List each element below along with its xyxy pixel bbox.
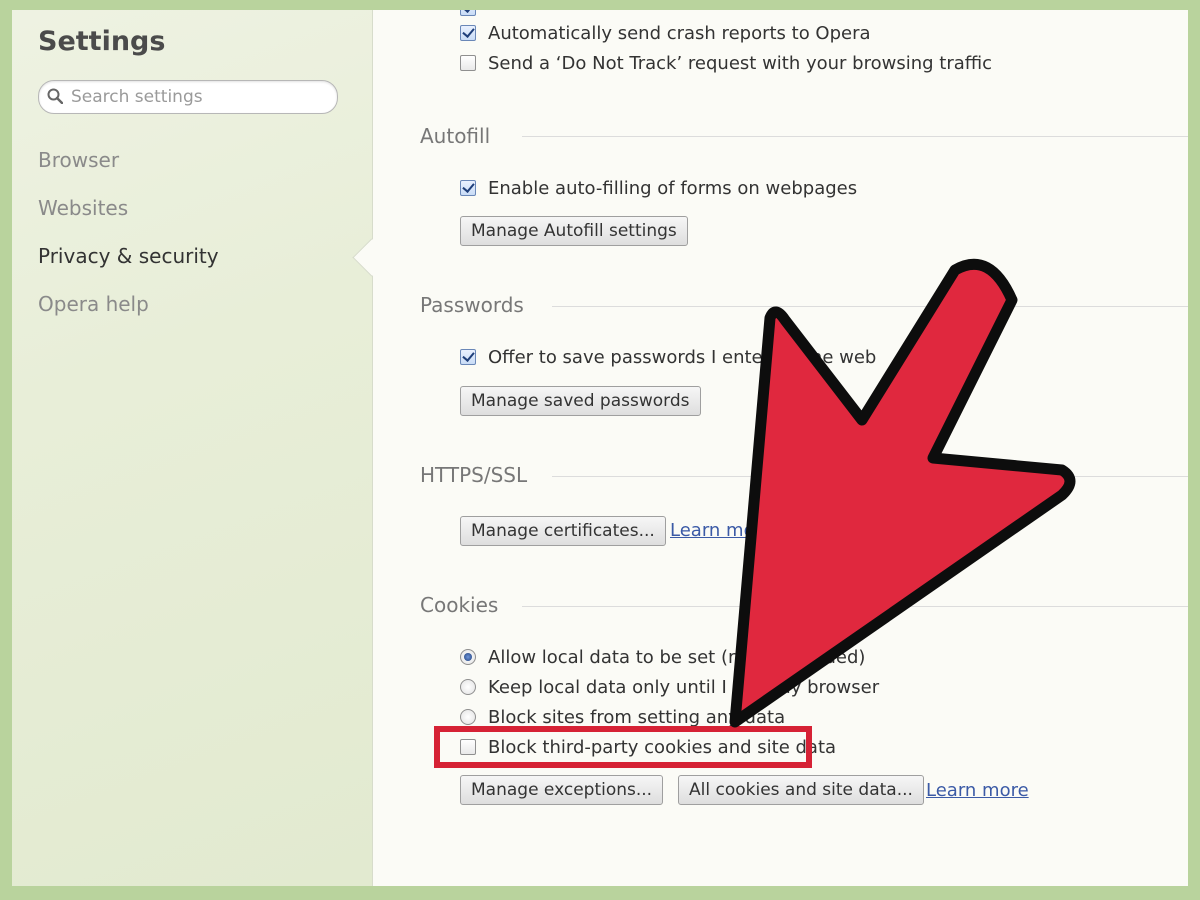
search-input[interactable] <box>69 84 333 110</box>
section-divider <box>552 476 1188 477</box>
save-passwords-checkbox[interactable] <box>460 349 476 365</box>
save-passwords-label: Offer to save passwords I enter on the w… <box>488 347 877 368</box>
page-title: Settings <box>38 26 166 57</box>
manage-exceptions-button[interactable]: Manage exceptions... <box>460 775 664 805</box>
sidebar: Settings Browser Websites Privacy & secu… <box>12 10 373 886</box>
manage-passwords-button[interactable]: Manage saved passwords <box>460 386 701 416</box>
sidebar-item-privacy-security[interactable]: Privacy & security <box>38 244 219 268</box>
section-divider <box>522 136 1188 137</box>
block-sites-label: Block sites from setting any data <box>488 707 786 728</box>
cookies-learn-more-link[interactable]: Learn more <box>926 780 1029 801</box>
section-title-passwords: Passwords <box>420 293 524 317</box>
sidebar-item-websites[interactable]: Websites <box>38 196 128 220</box>
do-not-track-checkbox[interactable] <box>460 55 476 71</box>
do-not-track-label: Send a ‘Do Not Track’ request with your … <box>488 53 993 74</box>
https-learn-more-link[interactable]: Learn more <box>670 520 773 541</box>
keep-local-data-radio[interactable] <box>460 679 476 695</box>
search-icon <box>47 88 63 104</box>
block-sites-radio[interactable] <box>460 709 476 725</box>
allow-local-data-radio[interactable] <box>460 649 476 665</box>
all-cookies-button[interactable]: All cookies and site data... <box>678 775 924 805</box>
section-title-autofill: Autofill <box>420 124 491 148</box>
highlight-box <box>434 726 812 768</box>
keep-local-data-label: Keep local data only until I quit my bro… <box>488 677 880 698</box>
section-divider <box>552 306 1188 307</box>
sidebar-item-opera-help[interactable]: Opera help <box>38 292 149 316</box>
sidebar-item-browser[interactable]: Browser <box>38 148 119 172</box>
manage-autofill-button[interactable]: Manage Autofill settings <box>460 216 688 246</box>
autofill-label: Enable auto-filling of forms on webpages <box>488 178 858 199</box>
search-box[interactable] <box>38 80 338 114</box>
crash-reports-label: Automatically send crash reports to Oper… <box>488 23 871 44</box>
crash-reports-checkbox[interactable] <box>460 25 476 41</box>
section-title-https: HTTPS/SSL <box>420 463 528 487</box>
allow-local-data-label: Allow local data to be set (recommended) <box>488 647 866 668</box>
autofill-checkbox[interactable] <box>460 180 476 196</box>
section-title-cookies: Cookies <box>420 593 499 617</box>
manage-certificates-button[interactable]: Manage certificates... <box>460 516 666 546</box>
checkbox-cutoff[interactable] <box>460 10 476 16</box>
section-divider <box>522 606 1188 607</box>
